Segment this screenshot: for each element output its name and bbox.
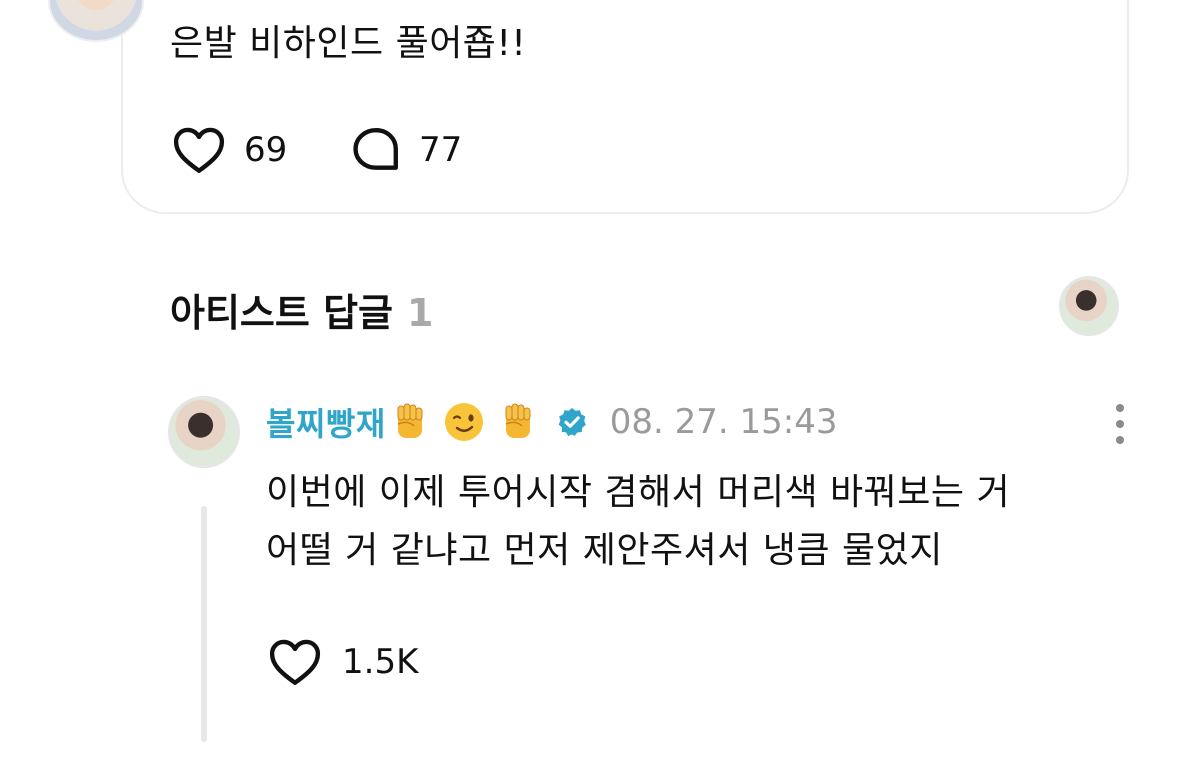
artist-avatar-small[interactable] [1059,276,1119,336]
vertical-dot [1116,436,1124,444]
post-comment-button[interactable]: 77 [351,126,462,174]
post-like-count: 69 [244,130,288,170]
reply-like-button[interactable]: 1.5K [268,638,418,686]
verified-badge-icon [558,408,586,437]
post-comment-count: 77 [419,130,463,170]
reply-timestamp: 08. 27. 15:43 [609,402,838,442]
vertical-dot [1116,420,1124,428]
speech-bubble-icon [353,128,398,170]
reply-author-name[interactable]: 볼찌빵재 [266,399,386,445]
heart-outline-icon [173,127,225,173]
winking-face-emoji-icon [444,403,483,441]
heart-outline-icon [269,639,321,685]
post-text: 은발 비하인드 풀어죱!! [170,23,527,64]
reply-header: 볼찌빵재 08. 27. 15:43 [266,398,838,446]
artist-replies-title: 아티스트 답글 [170,291,393,335]
thread-line [201,506,207,742]
post-like-button[interactable]: 69 [172,126,287,174]
reply-author-avatar[interactable] [168,396,240,468]
artist-replies-header: 아티스트 답글 1 [170,282,433,337]
more-options-button[interactable] [1108,404,1132,444]
vertical-dots-icon [1116,404,1124,412]
artist-replies-count: 1 [407,291,434,335]
reply-like-count: 1.5K [342,642,419,682]
raised-fist-emoji-icon [505,403,531,438]
reply-text: 이번에 이제 투어시작 겸해서 머리색 바꿔보는 거 어떨 거 같냐고 먼저 제… [266,472,1011,571]
raised-fist-emoji-icon [397,403,423,438]
